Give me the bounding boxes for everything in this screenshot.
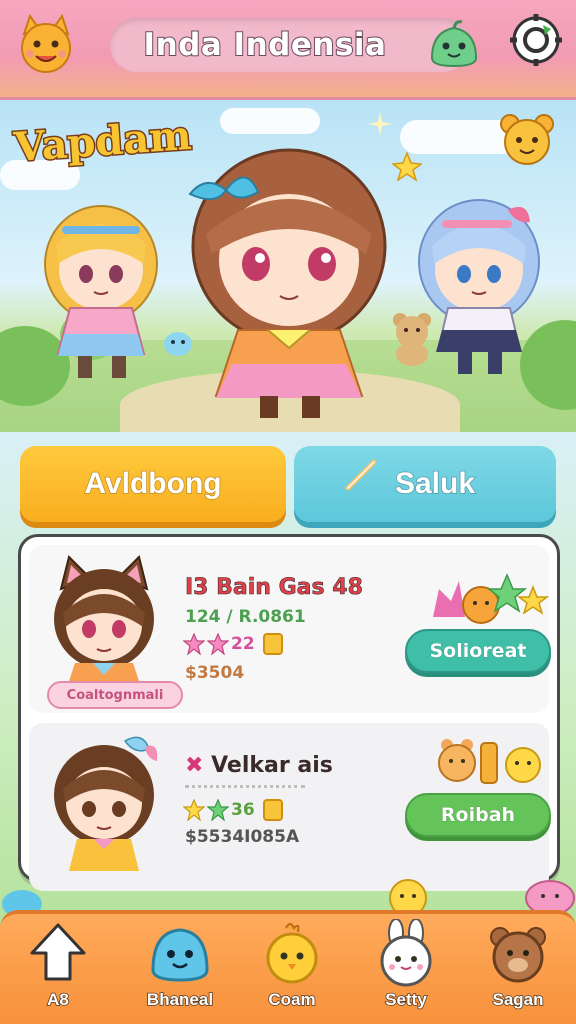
secondary-action-label: Saluk [394,466,476,501]
nav-item-channel[interactable]: Bhaneal [128,918,232,1024]
nav-label: Setty [384,989,427,1010]
cross-icon: ✖ [185,753,204,778]
mini-creatures-icon [438,739,541,784]
star-icon [183,799,205,821]
app-title: Inda Indensia [143,26,387,64]
brown-bear-icon [483,918,553,988]
hero-scene: Vapdam [0,100,576,432]
brown-girl-avatar [54,736,158,871]
star-icon [207,799,229,821]
item-list-panel: Coaltognmali I3 Bain Gas 48 124 / R.0861… [18,534,560,891]
mini-creatures-icon [433,573,549,624]
item-title: ✖ Velkar ais [185,753,333,778]
secondary-action-button[interactable]: Saluk [294,446,556,522]
item-rating: 22 [183,633,283,655]
item-title: I3 Bain Gas 48 [185,575,364,601]
gear-refresh-icon[interactable] [508,12,564,68]
item-tag: Coaltognmali [47,681,183,709]
list-item[interactable]: ✖ Velkar ais 36 $5534I085A Roibah [29,723,551,891]
white-bunny-icon [371,918,441,988]
item-rating: 36 [183,799,283,821]
item-rating-value: 22 [231,634,255,654]
bear-face-icon [500,114,554,165]
top-bar: Inda Indensia [0,0,576,100]
item-subtitle: 124 / R.0861 [185,607,306,627]
star-icon [183,633,205,655]
item-subtitle-placeholder [185,785,305,795]
item-action-label: Roibah [440,804,516,827]
bottom-nav: A8 Bhaneal Coam Setty Sagan [0,910,576,1024]
nav-item-settings[interactable]: Setty [354,918,458,1024]
yellow-chick-icon [257,918,327,988]
character-blonde[interactable] [26,184,176,384]
wand-icon [345,459,377,491]
title-pill: Inda Indensia [110,18,470,72]
nav-item-coam[interactable]: Coam [240,918,344,1024]
item-title-text: Velkar ais [211,753,333,778]
blue-bunny-critter [164,332,192,356]
home-arrow-icon [23,918,93,988]
coin-icon [262,633,283,655]
sparkle-icon [368,112,392,136]
nav-label: Sagan [492,989,545,1010]
blue-slime-icon [145,918,215,988]
coin-icon [262,799,283,821]
teddy-bear-critter [393,313,431,366]
item-price: $5534I085A [185,827,300,847]
item-action-label: Solioreat [429,640,527,663]
nav-item-home[interactable]: A8 [6,918,110,1024]
green-slime-icon[interactable] [424,14,484,74]
star-icon [207,633,229,655]
cat-face-icon[interactable] [12,10,80,78]
character-main[interactable] [176,134,402,420]
nav-label: Bhaneal [146,989,214,1010]
nav-label: Coam [268,989,317,1010]
game-logo: Vapdam [11,110,194,172]
item-price: $3504 [185,663,245,683]
nav-item-sagan[interactable]: Sagan [466,918,570,1024]
primary-action-label: Avldbong [84,466,223,501]
item-action-button[interactable]: Roibah [405,793,551,837]
nav-label: A8 [46,989,69,1010]
item-action-button[interactable]: Solioreat [405,629,551,673]
cat-girl-avatar [54,555,154,693]
item-rating-value: 36 [231,800,255,820]
primary-action-button[interactable]: Avldbong [20,446,286,522]
list-item[interactable]: Coaltognmali I3 Bain Gas 48 124 / R.0861… [29,545,551,713]
